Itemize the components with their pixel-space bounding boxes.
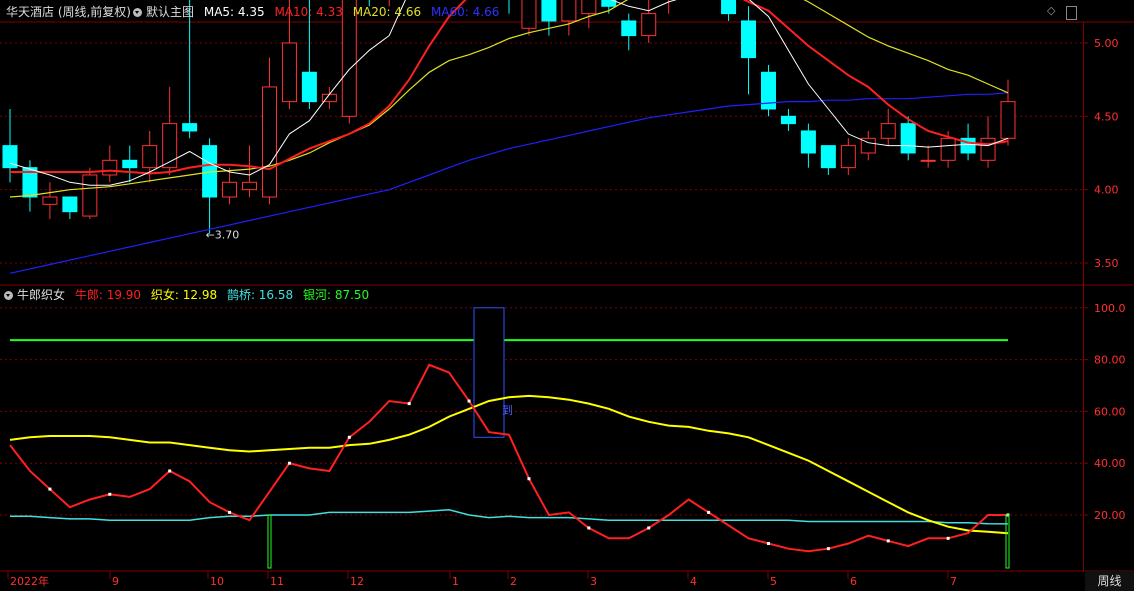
candle-body [780,115,796,125]
default-chart-label[interactable]: 默认主图 [146,5,194,19]
x-tick-label: 3 [590,575,597,588]
box-annotation-text: 到 [502,404,513,417]
candle-body [42,196,58,205]
niulang-marker [228,510,232,514]
candle-body [800,130,816,154]
candle-body [721,0,737,15]
queqiao-line [10,509,1009,525]
candle-body [840,145,856,169]
ma60-label: MA60: 4.66 [430,5,500,19]
y-tick-label: 40.00 [1094,457,1126,470]
dropdown-icon[interactable] [4,291,13,300]
candle-body [102,159,118,176]
ma5-label: MA5: 4.35 [203,5,265,19]
candle-body [741,20,757,59]
candle-body [820,145,836,169]
niulang-marker [587,526,591,530]
dropdown-icon[interactable] [133,8,142,17]
niulang-marker [766,541,770,545]
niulang-marker [287,461,291,465]
candle-body [641,13,657,37]
candle-body [62,196,78,213]
x-tick-label: 6 [850,575,857,588]
niulang-label: 牛郎: 19.90 [74,288,142,302]
scroll-handle[interactable] [1066,6,1077,20]
niulang-marker [347,435,351,439]
x-tick-label: 2 [510,575,517,588]
candle-body [162,123,178,169]
box-annotation [473,307,505,438]
y-tick-label: 60.00 [1094,405,1126,418]
zhinv-label: 织女: 12.98 [150,288,218,302]
indicator-header: 牛郎织女 牛郎: 19.90 织女: 12.98 鹊桥: 16.58 银河: 8… [0,285,375,305]
x-tick-label: 7 [950,575,957,588]
candle-body [900,123,916,154]
niulang-marker [108,492,112,496]
y-tick-label: 3.50 [1094,257,1119,270]
candle-body [142,145,158,169]
y-tick-label: 4.50 [1094,110,1119,123]
y-tick-label: 4.00 [1094,184,1119,197]
candle-body [980,137,996,161]
x-tick-label: 1 [452,575,459,588]
y-tick-label: 5.00 [1094,37,1119,50]
niulang-marker [168,469,172,473]
niulang-marker [707,510,711,514]
niulang-marker [527,477,531,481]
x-tick-label: 9 [112,575,119,588]
candle-body [880,123,896,139]
x-tick-label: 5 [770,575,777,588]
candle-body [261,86,277,198]
y-tick-label: 80.00 [1094,354,1126,367]
x-tick-label: 2022年 [10,574,49,588]
candle-body [122,159,138,169]
candle-body [920,159,936,162]
niulang-marker [407,402,411,406]
queqiao-label: 鹊桥: 16.58 [226,288,294,302]
indicator-name[interactable]: 牛郎织女 [17,288,65,302]
y-tick-label: 20.00 [1094,509,1126,522]
ma5-line [9,0,1009,186]
ma10-line [10,0,1009,175]
candle-body [182,123,198,132]
candle-body [222,181,238,198]
niulang-marker [826,547,830,551]
main-chart-header: 华天酒店 (周线,前复权) 默认主图 MA5: 4.35 MA10: 4.33 M… [0,2,505,22]
candle-body [242,181,258,191]
candle-body [301,71,317,103]
ma10-label: MA10: 4.33 [274,5,343,19]
candle-body [621,20,637,37]
candle-body [541,0,557,22]
candle-body [1000,101,1016,139]
ma20-label: MA20: 4.66 [352,5,422,19]
candle-body [940,137,956,161]
y-tick-label: 100.0 [1094,302,1126,315]
low-annotation: ←3.70 [206,229,240,242]
signal-bar [267,514,272,569]
candle-body [82,174,98,217]
x-tick-label: 11 [270,575,284,588]
stock-title[interactable]: 华天酒店 (周线,前复权) [6,5,131,19]
niulang-marker [467,399,471,403]
niulang-line [9,363,1008,553]
niulang-marker [946,536,950,540]
diamond-icon[interactable]: ◇ [1047,4,1055,17]
candle-body [561,0,577,22]
candle-body [281,42,297,103]
ma60-line [9,92,1009,274]
niulang-marker [48,487,52,491]
niulang-marker [647,526,651,530]
x-tick-label: 4 [690,575,697,588]
yinhe-label: 银河: 87.50 [302,288,370,302]
period-button[interactable]: 周线 [1085,571,1134,591]
candle-body [521,0,537,29]
x-tick-label: 10 [210,575,224,588]
signal-bar [1005,514,1010,569]
niulang-marker [886,539,890,543]
x-tick-label: 12 [350,575,364,588]
candle-body [581,0,597,15]
